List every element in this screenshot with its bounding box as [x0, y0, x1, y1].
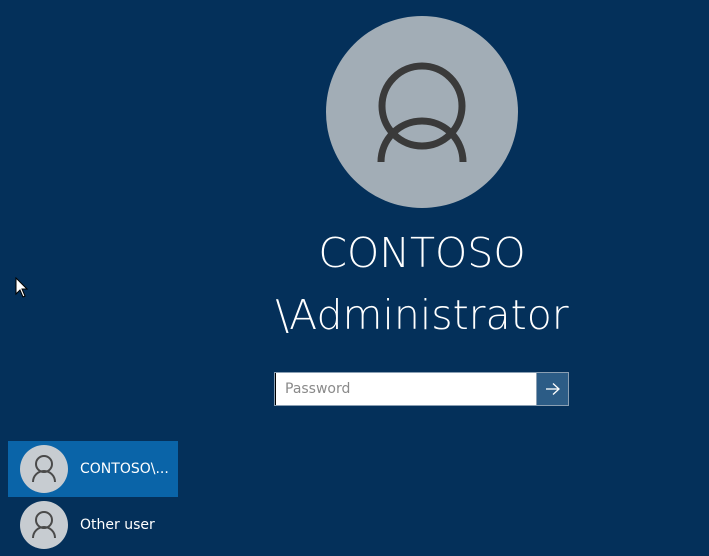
user-avatar: [326, 16, 518, 208]
arrow-right-icon: [545, 383, 560, 395]
user-silhouette-icon: [32, 455, 56, 483]
user-domain-name: CONTOSO: [318, 229, 526, 277]
submit-button[interactable]: [536, 373, 568, 405]
user-tile-other-user[interactable]: Other user: [8, 497, 178, 553]
user-tile-label: Other user: [80, 517, 155, 533]
user-silhouette-icon: [32, 511, 56, 539]
mouse-cursor-icon: [15, 277, 29, 298]
password-input[interactable]: [275, 373, 536, 405]
password-field-container: [274, 372, 569, 406]
user-tile-label: CONTOSO\...: [80, 461, 169, 477]
user-silhouette-icon: [377, 62, 467, 163]
user-tile-avatar: [20, 445, 68, 493]
user-tile-contoso[interactable]: CONTOSO\...: [8, 441, 178, 497]
user-tile-avatar: [20, 501, 68, 549]
user-account-name: \Administrator: [275, 291, 569, 339]
